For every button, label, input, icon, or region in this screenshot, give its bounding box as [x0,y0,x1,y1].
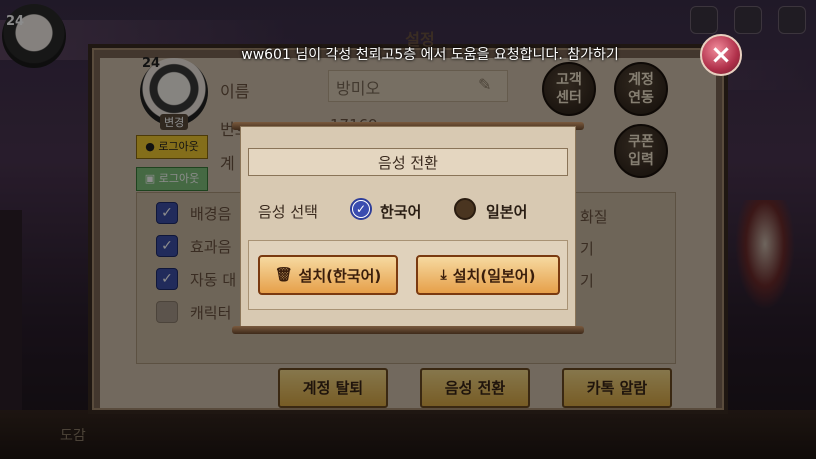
check-icon: ✓ [353,201,369,217]
radio-korean[interactable]: ✓ [350,198,372,220]
trash-icon: 🗑 [274,267,293,283]
install-korean-label: 설치(한국어) [298,266,382,285]
dialog-title: 음성 전환 [378,154,438,172]
modal-bottom-rail [232,326,584,334]
download-icon: ⤓ [440,267,447,283]
radio-japanese[interactable] [454,198,476,220]
voice-select-label: 음성 선택 [258,203,318,221]
install-japanese-label: 설치(일본어) [452,266,536,285]
install-korean-button[interactable]: 🗑 설치(한국어) [258,255,398,295]
japanese-option-label[interactable]: 일본어 [486,201,527,222]
broadcast-notice[interactable]: ww601 님이 각성 천뢰고5층 에서 도움을 요청합니다. 참가하기 [160,44,700,64]
korean-option-label[interactable]: 한국어 [380,201,421,222]
install-japanese-button[interactable]: ⤓ 설치(일본어) [416,255,560,295]
close-icon[interactable]: × [700,34,742,76]
